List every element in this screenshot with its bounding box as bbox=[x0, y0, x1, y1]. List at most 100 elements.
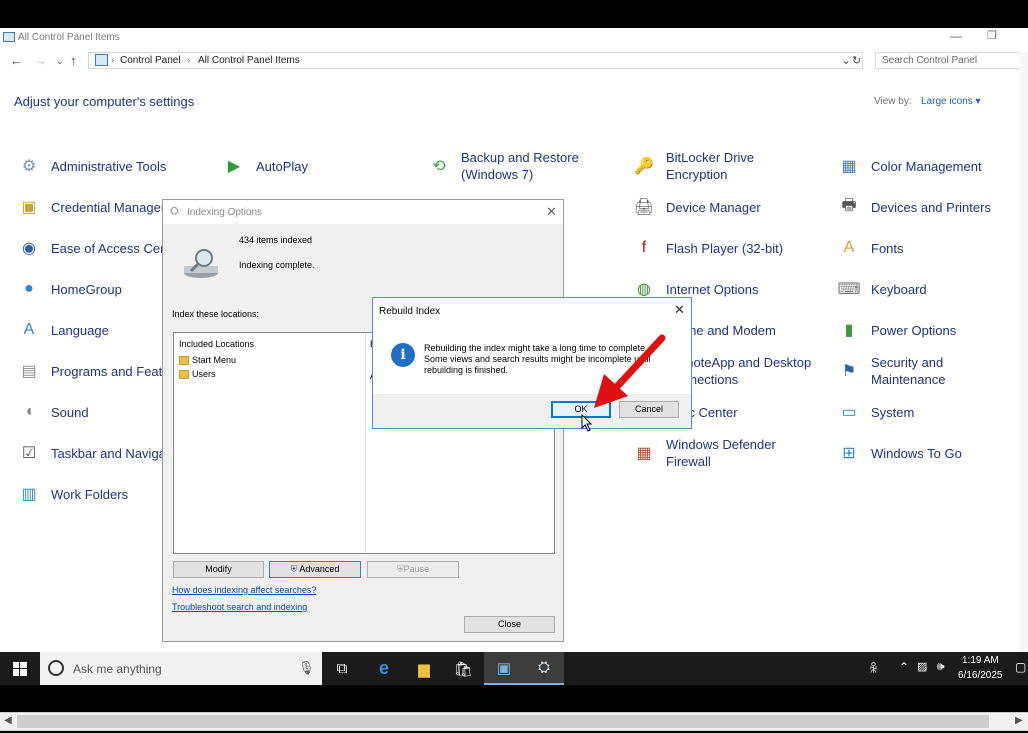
cp-item[interactable]: A Fonts bbox=[836, 231, 904, 265]
list-item[interactable]: Users bbox=[179, 369, 216, 380]
cp-item[interactable]: ▦ Windows Defender Firewall bbox=[631, 436, 816, 470]
shield-icon: ⛨ bbox=[290, 564, 298, 574]
taskbar: Ask me anything 🎙 ⧉ e ▆ 🛍 ▣ ⛭ ꆜ ⌃ ▨ 🕪 1:… bbox=[0, 652, 1028, 685]
people-icon[interactable]: ꆜ bbox=[869, 660, 878, 676]
view-by-label: View by: bbox=[874, 96, 912, 107]
scrollbar-thumb[interactable] bbox=[17, 715, 989, 728]
control-panel-icon bbox=[3, 32, 15, 42]
page-title: Adjust your computer's settings bbox=[14, 94, 195, 109]
pause-button[interactable]: ⛨Pause bbox=[367, 561, 459, 578]
list-item[interactable]: Start Menu bbox=[179, 355, 237, 366]
cp-item[interactable]: ⌨ Keyboard bbox=[836, 272, 926, 306]
keyboard-icon: ⌨ bbox=[837, 281, 861, 298]
cp-item[interactable]: ▶ AutoPlay bbox=[221, 149, 308, 183]
close-icon[interactable]: ✕ bbox=[546, 204, 557, 220]
cp-item-label: Flash Player (32-bit) bbox=[666, 240, 784, 256]
homegroup-icon: ● bbox=[24, 280, 34, 297]
breadcrumb-all-items[interactable]: All Control Panel Items bbox=[198, 55, 300, 66]
programs-features-icon: ▤ bbox=[21, 363, 37, 380]
info-icon: i bbox=[391, 343, 415, 367]
fonts-icon: A bbox=[843, 239, 855, 256]
network-icon[interactable]: ▨ bbox=[917, 660, 927, 673]
indexing-drive-icon bbox=[181, 246, 221, 280]
cp-item-label: AutoPlay bbox=[256, 158, 309, 174]
show-hidden-icons-chevron-icon[interactable]: ⌃ bbox=[899, 660, 909, 674]
cp-item[interactable]: ⚑ Security and Maintenance bbox=[836, 354, 1021, 388]
volume-icon[interactable]: 🕪 bbox=[937, 659, 945, 674]
restore-button[interactable]: ❐ bbox=[987, 29, 997, 42]
cp-item[interactable]: ▮ Power Options bbox=[836, 313, 957, 347]
indexing-status-text: Indexing complete. bbox=[239, 260, 315, 270]
taskbar-search-box[interactable]: Ask me anything 🎙 bbox=[40, 652, 322, 685]
vertical-scrollbar[interactable] bbox=[1020, 52, 1028, 652]
modify-button[interactable]: Modify bbox=[173, 561, 264, 578]
cp-item-label: Devices and Printers bbox=[871, 199, 991, 215]
address-bar[interactable]: › Control Panel › All Control Panel Item… bbox=[88, 52, 863, 69]
cp-item-label: Color Management bbox=[871, 158, 982, 174]
cp-item[interactable]: 🖶 Devices and Printers bbox=[836, 190, 991, 224]
cp-item[interactable]: ⚙ Administrative Tools bbox=[16, 149, 167, 183]
scroll-left-icon[interactable]: ◀ bbox=[4, 715, 12, 726]
recent-chevron-icon[interactable]: ⌄ bbox=[56, 56, 64, 67]
indexing-affect-link[interactable]: How does indexing affect searches? bbox=[172, 585, 316, 595]
cp-item[interactable]: 🔑 BitLocker Drive Encryption bbox=[631, 149, 816, 183]
cp-item[interactable]: ⟲ Backup and Restore (Windows 7) bbox=[426, 149, 611, 183]
clock-time[interactable]: 1:19 AM bbox=[962, 655, 999, 666]
annotation-arrow-icon bbox=[594, 334, 666, 408]
task-view-icon[interactable]: ⧉ bbox=[322, 652, 362, 685]
autoplay-icon: ▶ bbox=[227, 158, 241, 175]
control-panel-taskbar-icon[interactable]: ▣ bbox=[484, 652, 524, 685]
refresh-icon[interactable]: ↻ bbox=[852, 54, 861, 67]
file-explorer-icon[interactable]: ▆ bbox=[404, 652, 444, 685]
cp-item[interactable]: ◖ Sound bbox=[16, 395, 88, 429]
sound-icon: ◖ bbox=[24, 403, 34, 420]
forward-arrow-icon[interactable]: → bbox=[34, 53, 47, 68]
cp-item[interactable]: ◉ Ease of Access Center bbox=[16, 231, 183, 265]
firewall-icon: ▦ bbox=[636, 445, 652, 462]
troubleshoot-link[interactable]: Troubleshoot search and indexing bbox=[172, 602, 307, 612]
language-icon: A bbox=[23, 321, 35, 338]
action-center-icon[interactable]: ▢ bbox=[1015, 660, 1026, 674]
cp-item-label: Power Options bbox=[871, 322, 957, 338]
taskbar-search-placeholder: Ask me anything bbox=[73, 662, 162, 676]
cp-item[interactable]: A Language bbox=[16, 313, 109, 347]
cp-item-label: Backup and Restore (Windows 7) bbox=[461, 150, 579, 182]
breadcrumb-control-panel[interactable]: Control Panel bbox=[120, 55, 181, 66]
microphone-icon[interactable]: 🎙 bbox=[298, 660, 315, 676]
search-input[interactable]: Search Control Panel bbox=[875, 52, 1027, 69]
taskbar-navigation-icon: ☑ bbox=[21, 445, 37, 462]
indexing-options-taskbar-icon[interactable]: ⛭ bbox=[524, 652, 564, 685]
cp-item-label: System bbox=[871, 404, 915, 420]
cp-item-label: Fonts bbox=[871, 240, 904, 256]
breadcrumb-separator-icon: › bbox=[187, 55, 191, 66]
back-arrow-icon[interactable]: ← bbox=[10, 53, 23, 68]
cp-item[interactable]: ▭ System bbox=[836, 395, 914, 429]
cp-item[interactable]: ▦ Color Management bbox=[836, 149, 982, 183]
store-icon[interactable]: 🛍 bbox=[443, 652, 483, 685]
start-button[interactable] bbox=[0, 652, 40, 685]
location-start-menu: Start Menu bbox=[192, 355, 237, 365]
rebuild-message-3: rebuilding is finished. bbox=[424, 365, 509, 375]
mouse-cursor-icon bbox=[581, 414, 593, 432]
backup-icon: ⟲ bbox=[432, 158, 446, 175]
cp-item[interactable]: ▣ Credential Manager bbox=[16, 190, 165, 224]
rebuild-title: Rebuild Index bbox=[379, 306, 441, 317]
minimize-button[interactable]: — bbox=[950, 29, 962, 43]
advanced-button[interactable]: ⛨ Advanced bbox=[269, 561, 361, 578]
edge-icon[interactable]: e bbox=[364, 652, 404, 685]
cp-item[interactable]: ▥ Work Folders bbox=[16, 477, 128, 511]
cp-item-label: Internet Options bbox=[666, 281, 759, 297]
scroll-right-icon[interactable]: ▶ bbox=[1015, 715, 1023, 726]
clock-date[interactable]: 6/16/2025 bbox=[958, 670, 1003, 681]
address-dropdown-icon[interactable]: ⌄ bbox=[841, 53, 851, 67]
cp-item[interactable]: f Flash Player (32-bit) bbox=[631, 231, 783, 265]
close-button[interactable]: Close bbox=[464, 616, 555, 633]
cp-item[interactable]: ● HomeGroup bbox=[16, 272, 122, 306]
horizontal-scrollbar[interactable]: ◀ ▶ bbox=[0, 712, 1028, 731]
up-arrow-icon[interactable]: ↑ bbox=[70, 53, 77, 68]
cp-item[interactable]: ⊞ Windows To Go bbox=[836, 436, 962, 470]
title-bar: All Control Panel Items — ❐ bbox=[0, 28, 1028, 48]
view-by-dropdown[interactable]: Large icons ▾ bbox=[921, 96, 981, 107]
close-icon[interactable]: ✕ bbox=[674, 302, 685, 318]
cp-item[interactable]: 🖨 Device Manager bbox=[631, 190, 761, 224]
